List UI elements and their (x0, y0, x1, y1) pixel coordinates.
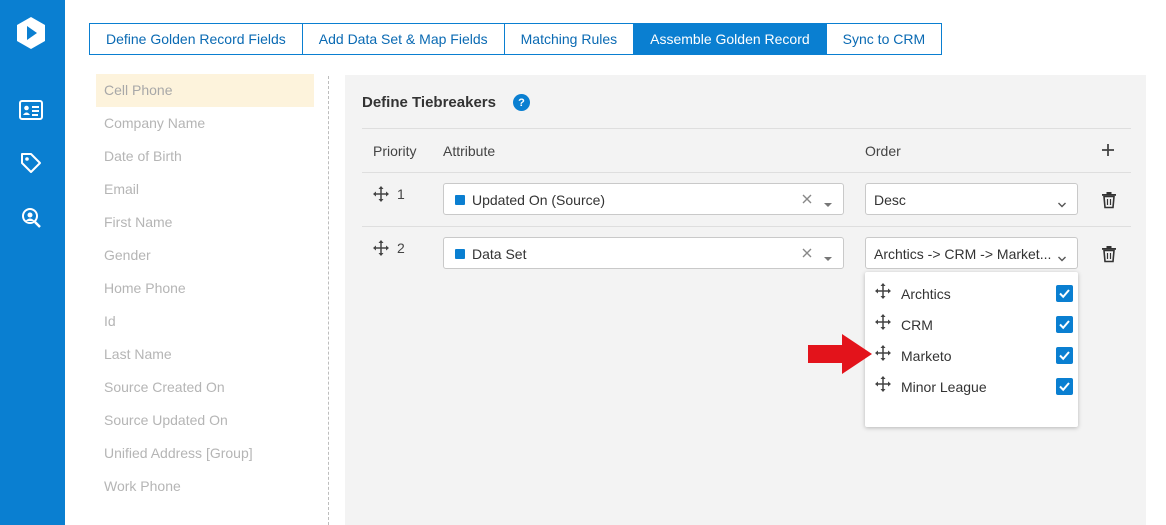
divider (362, 226, 1131, 227)
tab-sync-to-crm[interactable]: Sync to CRM (826, 23, 943, 55)
column-header-attribute: Attribute (443, 143, 496, 159)
dropdown-option-label: CRM (901, 317, 933, 333)
annotation-arrow-icon (808, 334, 872, 374)
field-item-company-name[interactable]: Company Name (96, 107, 314, 140)
chevron-down-icon (1057, 250, 1067, 262)
field-item-date-of-birth[interactable]: Date of Birth (96, 140, 314, 173)
user-search-icon[interactable] (18, 205, 44, 231)
tab-define-golden-record-fields[interactable]: Define Golden Record Fields (89, 23, 303, 55)
drag-handle-icon[interactable] (373, 240, 389, 256)
field-item-first-name[interactable]: First Name (96, 206, 314, 239)
field-item-cell-phone[interactable]: Cell Phone (96, 74, 314, 107)
field-item-id[interactable]: Id (96, 305, 314, 338)
tab-matching-rules[interactable]: Matching Rules (504, 23, 635, 55)
attribute-select[interactable]: Updated On (Source) (443, 183, 844, 215)
field-item-home-phone[interactable]: Home Phone (96, 272, 314, 305)
dropdown-option-minor-league[interactable]: Minor League (865, 369, 1078, 400)
field-item-unified-address-group[interactable]: Unified Address [Group] (96, 437, 314, 470)
order-select-value: Archtics -> CRM -> Market... (874, 246, 1052, 262)
checkbox-checked[interactable] (1056, 285, 1073, 302)
dropdown-option-label: Marketo (901, 348, 952, 364)
wizard-tabs: Define Golden Record Fields Add Data Set… (89, 23, 943, 55)
order-select[interactable]: Archtics -> CRM -> Market... (865, 237, 1078, 269)
column-header-order: Order (865, 143, 901, 159)
help-icon[interactable]: ? (513, 94, 530, 111)
order-select-value: Desc (874, 192, 906, 208)
checkbox-checked[interactable] (1056, 378, 1073, 395)
app-root: Define Golden Record Fields Add Data Set… (0, 0, 1166, 525)
data-type-swatch (455, 249, 465, 259)
field-item-source-created-on[interactable]: Source Created On (96, 371, 314, 404)
left-sidebar (0, 0, 65, 525)
divider (362, 172, 1131, 173)
drag-handle-icon[interactable] (875, 376, 891, 392)
order-select[interactable]: Desc (865, 183, 1078, 215)
priority-number: 1 (397, 186, 405, 202)
field-item-last-name[interactable]: Last Name (96, 338, 314, 371)
panel-title: Define Tiebreakers (362, 94, 496, 111)
tab-add-data-set-map-fields[interactable]: Add Data Set & Map Fields (302, 23, 505, 55)
add-tiebreaker-icon[interactable] (1099, 141, 1117, 159)
field-item-source-updated-on[interactable]: Source Updated On (96, 404, 314, 437)
dropdown-option-archtics[interactable]: Archtics (865, 276, 1078, 307)
clear-icon[interactable] (801, 192, 813, 206)
logo-icon[interactable] (13, 15, 49, 51)
drag-handle-icon[interactable] (875, 345, 891, 361)
field-item-gender[interactable]: Gender (96, 239, 314, 272)
priority-number: 2 (397, 240, 405, 256)
chevron-down-icon (823, 196, 833, 207)
dropdown-option-label: Archtics (901, 286, 951, 302)
tab-assemble-golden-record[interactable]: Assemble Golden Record (634, 23, 827, 55)
drag-handle-icon[interactable] (875, 314, 891, 330)
tag-icon[interactable] (18, 150, 44, 176)
golden-record-field-list: Cell Phone Company Name Date of Birth Em… (96, 74, 314, 503)
chevron-down-icon (823, 250, 833, 261)
drag-handle-icon[interactable] (373, 186, 389, 202)
checkbox-checked[interactable] (1056, 316, 1073, 333)
contact-card-icon[interactable] (18, 97, 44, 123)
drag-handle-icon[interactable] (875, 283, 891, 299)
dropdown-option-marketo[interactable]: Marketo (865, 338, 1078, 369)
column-divider (328, 76, 329, 525)
field-item-email[interactable]: Email (96, 173, 314, 206)
order-dropdown-menu: Archtics CRM Marketo Minor League (865, 272, 1078, 427)
column-header-priority: Priority (373, 143, 417, 159)
checkbox-checked[interactable] (1056, 347, 1073, 364)
attribute-select-value: Updated On (Source) (472, 192, 606, 208)
dropdown-option-crm[interactable]: CRM (865, 307, 1078, 338)
data-type-swatch (455, 195, 465, 205)
attribute-select[interactable]: Data Set (443, 237, 844, 269)
dropdown-option-label: Minor League (901, 379, 987, 395)
field-item-work-phone[interactable]: Work Phone (96, 470, 314, 503)
attribute-select-value: Data Set (472, 246, 527, 262)
clear-icon[interactable] (801, 246, 813, 260)
delete-tiebreaker-icon[interactable] (1101, 245, 1117, 263)
chevron-down-icon (1057, 196, 1067, 208)
divider (362, 128, 1131, 129)
delete-tiebreaker-icon[interactable] (1101, 191, 1117, 209)
